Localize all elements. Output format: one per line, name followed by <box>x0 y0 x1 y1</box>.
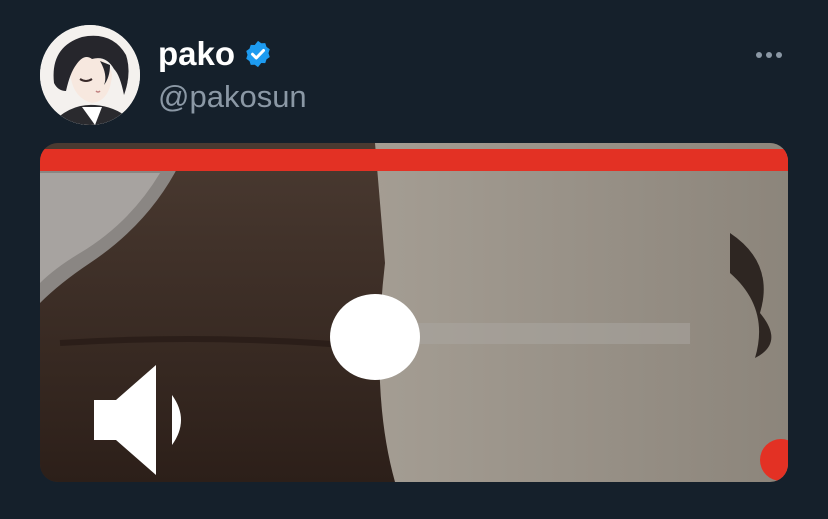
display-name[interactable]: pako <box>158 34 235 74</box>
more-dot <box>766 52 772 58</box>
avatar[interactable] <box>40 25 140 125</box>
progress-bar <box>40 149 788 171</box>
volume-speaker-icon[interactable] <box>94 365 194 475</box>
verified-badge-icon <box>246 40 270 68</box>
more-horizontal-icon <box>756 52 762 58</box>
user-handle[interactable]: @pakosun <box>158 78 307 116</box>
volume-slider-thumb[interactable] <box>330 294 420 380</box>
anime-avatar-icon <box>40 25 140 125</box>
more-dot <box>776 52 782 58</box>
tweet-card: pako @pakosun <box>0 0 828 519</box>
video-player[interactable] <box>40 143 788 482</box>
more-options-button[interactable] <box>746 40 792 70</box>
volume-slider-track[interactable] <box>376 323 690 344</box>
name-row: pako <box>158 34 273 74</box>
